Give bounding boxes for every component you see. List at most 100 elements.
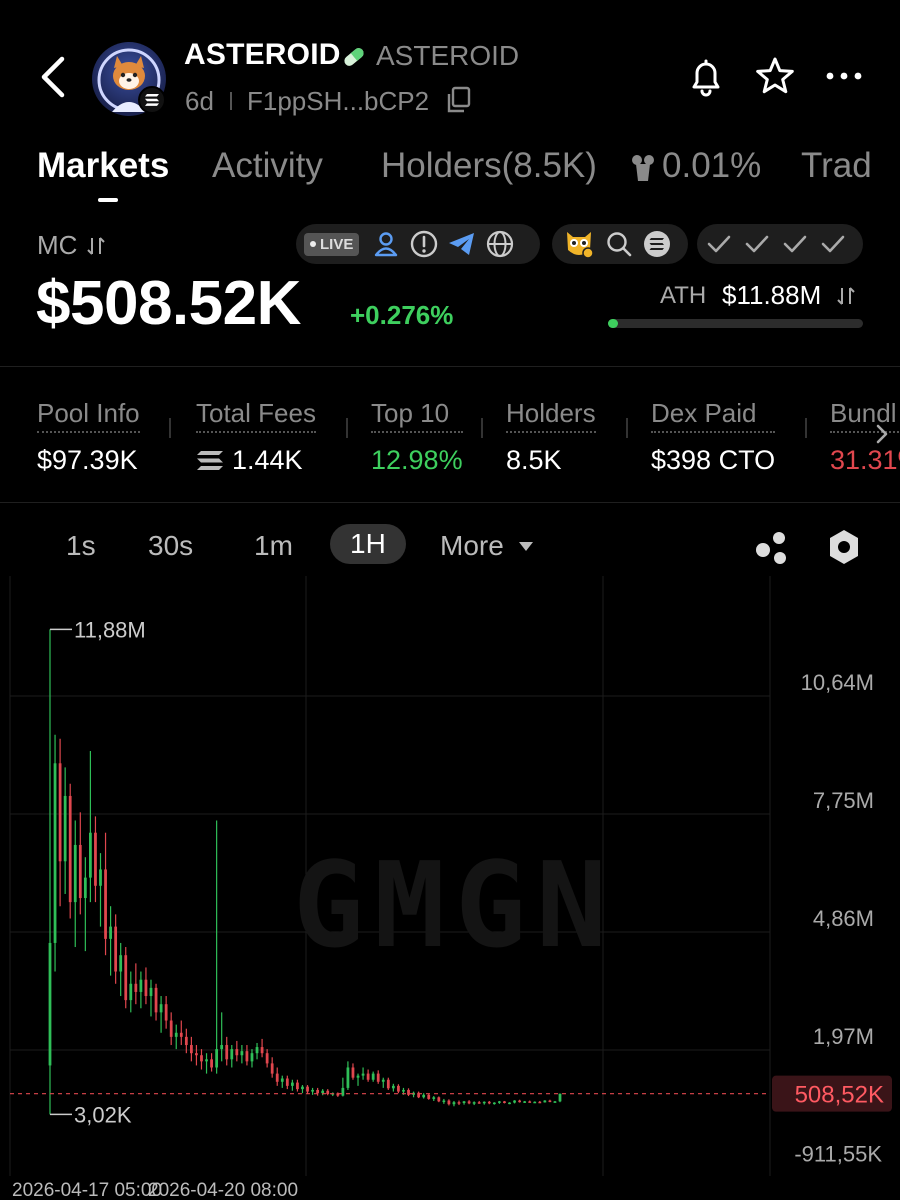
candle-body	[154, 987, 158, 1013]
candle-body	[361, 1073, 365, 1076]
candle-body	[397, 1085, 400, 1092]
stat-separator	[805, 418, 807, 438]
candle-body	[371, 1073, 375, 1080]
candle-body	[366, 1073, 370, 1080]
stat-top10[interactable]: Top 10 12.98%	[371, 398, 463, 476]
mc-label-row[interactable]: MC	[37, 230, 107, 261]
candle-body	[139, 979, 143, 992]
alert-icon[interactable]	[408, 228, 440, 260]
candle-body	[548, 1100, 552, 1103]
interval-30s[interactable]: 30s	[148, 530, 193, 562]
solana-scan-icon[interactable]	[641, 228, 673, 260]
candle-body	[538, 1101, 542, 1104]
candle-body	[376, 1073, 380, 1082]
candle-body	[311, 1089, 314, 1092]
stat-separator	[481, 418, 483, 438]
telegram-icon[interactable]	[446, 228, 478, 260]
stat-pool-info[interactable]: Pool Info $97.39K	[37, 398, 140, 476]
candlestick-chart[interactable]: GMGN 10,64M 7,75M 4,86M 1,97M -911,55K 11,88M 3…	[0, 576, 900, 1200]
candle-body	[189, 1045, 193, 1054]
candle-body	[78, 844, 82, 899]
tab-markets[interactable]: Markets	[37, 146, 169, 186]
mouse-icon	[632, 155, 654, 181]
candle-body	[523, 1101, 527, 1103]
low-marker-label: 3,02K	[74, 1102, 132, 1127]
candle-body	[558, 1093, 562, 1102]
interval-1m[interactable]: 1m	[254, 530, 293, 562]
interval-1h[interactable]: 1H	[330, 524, 406, 564]
candle-body	[467, 1101, 471, 1104]
tab-activity[interactable]: Activity	[212, 146, 323, 186]
website-globe-icon[interactable]	[484, 228, 516, 260]
candle-body	[391, 1085, 395, 1089]
candle-body	[351, 1067, 355, 1078]
stat-label: Top 10	[371, 398, 463, 433]
candle-body	[341, 1087, 345, 1096]
tab-trades[interactable]: Trad	[801, 146, 872, 186]
more-options-icon[interactable]	[824, 66, 864, 86]
candle-body	[58, 763, 62, 862]
tab-bar: Markets Activity Holders(8.5K) 0.01% Tra…	[0, 140, 900, 210]
candle-body	[275, 1073, 279, 1082]
candle-body	[149, 987, 153, 997]
solana-chain-badge	[138, 86, 166, 114]
candle-body	[437, 1097, 441, 1102]
interval-1s[interactable]: 1s	[66, 530, 96, 562]
y-axis-tick-label: 4,86M	[813, 906, 874, 931]
pill-icon	[344, 48, 364, 66]
candle-body	[53, 763, 57, 943]
candle-body	[235, 1049, 239, 1056]
tab-insider-percent[interactable]: 0.01%	[662, 146, 761, 186]
stat-value-row: 1.44K	[196, 445, 316, 476]
candle-body	[457, 1102, 461, 1104]
back-arrow-icon[interactable]	[36, 55, 72, 99]
interval-more[interactable]: More	[440, 530, 534, 562]
ath-label: ATH	[660, 282, 707, 309]
indicators-nodes-icon[interactable]	[752, 530, 790, 566]
bell-icon[interactable]	[686, 56, 726, 98]
token-name: ASTEROID	[184, 38, 341, 71]
candle-body	[447, 1100, 451, 1105]
candle-body	[346, 1067, 350, 1088]
candle-body	[245, 1051, 249, 1062]
candle-body	[492, 1102, 496, 1105]
candle-body	[195, 1053, 198, 1056]
candle-body	[381, 1079, 385, 1082]
candle-body	[270, 1063, 274, 1074]
interval-more-label: More	[440, 530, 504, 561]
caret-down-icon	[518, 542, 533, 551]
ath-value-row[interactable]: $11.88M	[722, 280, 857, 311]
owl-audit-icon[interactable]	[561, 226, 597, 262]
scroll-right-chevron-icon[interactable]	[872, 422, 892, 446]
candle-body	[477, 1102, 481, 1104]
token-age: 6d	[185, 86, 214, 116]
star-icon[interactable]	[754, 55, 796, 97]
copy-icon[interactable]	[446, 86, 472, 114]
candle-body	[472, 1102, 476, 1104]
tools-chip	[552, 224, 688, 264]
market-cap-value: $508.52K	[36, 269, 301, 338]
candle-body	[210, 1059, 213, 1068]
stat-value: 1.44K	[232, 445, 303, 475]
live-badge[interactable]: LIVE	[304, 232, 360, 256]
candle-body	[119, 955, 123, 972]
security-checks-chip[interactable]	[697, 224, 863, 264]
candle-body	[255, 1047, 259, 1054]
candle-body	[68, 795, 72, 903]
candle-body	[482, 1101, 486, 1104]
tab-holders[interactable]: Holders(8.5K)	[381, 146, 597, 186]
stat-total-fees[interactable]: Total Fees 1.44K	[196, 398, 316, 476]
stat-holders[interactable]: Holders 8.5K	[506, 398, 596, 476]
chart-settings-gear-icon[interactable]	[826, 528, 862, 566]
swap-icon	[86, 237, 105, 255]
candle-body	[386, 1079, 390, 1089]
section-divider	[0, 502, 900, 503]
candle-body	[265, 1053, 269, 1064]
dev-profile-icon[interactable]	[370, 228, 402, 260]
stat-dex-paid[interactable]: Dex Paid $398 CTO	[651, 398, 776, 476]
candle-body	[306, 1086, 309, 1092]
search-icon[interactable]	[603, 228, 635, 260]
contract-address[interactable]: F1ppSH...bCP2	[247, 86, 429, 117]
candle-body	[503, 1101, 506, 1104]
stat-label: Total Fees	[196, 398, 316, 433]
